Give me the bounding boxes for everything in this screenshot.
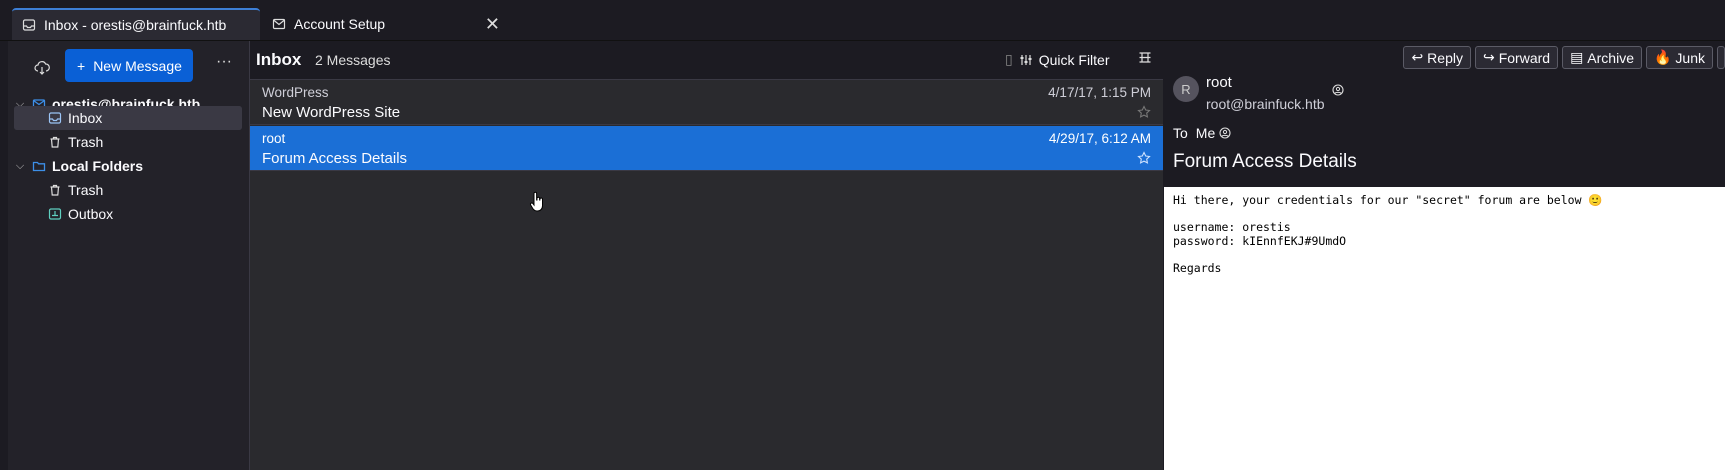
message-body-text: Hi there, your credentials for our "secr… (1164, 187, 1725, 283)
message-sender: root (262, 131, 286, 146)
reply-icon: ↩ (1411, 49, 1424, 65)
recipient-row: To Me (1173, 125, 1231, 141)
quick-filter-button[interactable]: ▯ Quick Filter (1005, 51, 1110, 68)
message-toolbar: ↩ Reply ↪ Forward ▤ Archive 🔥 Junk (1403, 46, 1725, 69)
folder-outbox[interactable]: Outbox (14, 202, 242, 226)
new-message-button[interactable]: + New Message (65, 49, 193, 82)
message-subject-heading: Forum Access Details (1173, 151, 1357, 172)
tab-label: Account Setup (294, 16, 386, 32)
inbox-icon (48, 112, 62, 124)
junk-button[interactable]: 🔥 Junk (1645, 46, 1713, 69)
local-folders-label: Local Folders (52, 158, 144, 174)
list-display-options-icon[interactable] (1138, 51, 1152, 65)
body-line (1173, 208, 1716, 222)
outbox-icon (48, 208, 62, 220)
star-icon[interactable] (1137, 151, 1151, 165)
inbox-icon (22, 19, 36, 31)
trash-icon (50, 136, 60, 148)
filter-sliders-icon (1020, 54, 1032, 65)
message-subject: Forum Access Details (262, 150, 408, 167)
tab-label: Inbox - orestis@brainfuck.htb (44, 17, 227, 33)
body-line: username: orestis (1173, 220, 1291, 235)
recipient-name[interactable]: Me (1196, 125, 1215, 141)
folder-label: Trash (68, 134, 104, 150)
body-line: Hi there, your credentials for our "secr… (1173, 193, 1603, 207)
cloud-download-icon (34, 61, 50, 75)
chevron-down-icon[interactable]: ⌵ (14, 160, 26, 173)
body-line: password: kIEnnfEKJ#9UmdO (1173, 233, 1347, 248)
message-list-pane: Inbox 2 Messages ▯ Quick Filter WordPres… (250, 41, 1163, 470)
message-list-header: Inbox 2 Messages ▯ Quick Filter (250, 41, 1163, 80)
contact-icon[interactable] (1219, 127, 1231, 139)
hand-cursor-icon (530, 191, 543, 212)
message-reader-pane: ↩ Reply ↪ Forward ▤ Archive 🔥 Junk R roo… (1164, 41, 1725, 470)
add-contact-icon[interactable] (1332, 84, 1344, 96)
archive-button[interactable]: ▤ Archive (1562, 46, 1642, 69)
tab-inbox[interactable]: Inbox - orestis@brainfuck.htb (12, 8, 260, 40)
tab-account-setup[interactable]: Account Setup ✕ (262, 8, 510, 40)
to-label: To (1173, 125, 1188, 141)
reply-label: Reply (1427, 49, 1463, 66)
folder-label: Inbox (68, 110, 103, 126)
avatar: R (1173, 76, 1199, 102)
folder-local-trash[interactable]: Trash (14, 178, 242, 202)
get-messages-button[interactable] (26, 54, 58, 82)
close-icon[interactable]: ✕ (485, 14, 500, 35)
sender-email[interactable]: root@brainfuck.htb (1206, 96, 1325, 112)
folder-trash[interactable]: Trash (14, 130, 242, 154)
message-subject: New WordPress Site (262, 104, 401, 121)
message-row[interactable]: root Forum Access Details 4/29/17, 6:12 … (250, 126, 1163, 171)
body-line (1173, 248, 1716, 262)
forward-button[interactable]: ↪ Forward (1474, 46, 1559, 69)
forward-icon: ↪ (1482, 49, 1495, 65)
sender-name[interactable]: root (1206, 74, 1232, 91)
account-setup-icon (272, 18, 286, 30)
folder-label: Trash (68, 182, 104, 198)
message-date: 4/29/17, 6:12 AM (1048, 131, 1151, 146)
folder-icon (32, 161, 46, 172)
plus-icon: + (77, 57, 86, 74)
archive-icon: ▤ (1570, 49, 1584, 65)
forward-label: Forward (1498, 49, 1551, 66)
junk-label: Junk (1675, 49, 1705, 66)
new-message-label: New Message (93, 57, 182, 74)
folder-inbox[interactable]: Inbox (14, 106, 242, 130)
message-sender: WordPress (262, 85, 329, 100)
message-count: 2 Messages (315, 52, 391, 68)
folder-label: Outbox (68, 206, 114, 222)
message-row[interactable]: WordPress New WordPress Site 4/17/17, 1:… (250, 80, 1163, 125)
trash-icon (50, 184, 60, 196)
quick-filter-label: Quick Filter (1038, 51, 1110, 68)
divider: ▯ (1005, 51, 1013, 67)
body-line: Regards (1173, 260, 1222, 275)
local-folders-row[interactable]: ⌵ Local Folders (14, 154, 242, 178)
more-toolbar-button[interactable] (1717, 46, 1725, 69)
more-options-button[interactable]: ··· (216, 53, 232, 71)
message-date: 4/17/17, 1:15 PM (1048, 85, 1151, 100)
message-body: Hi there, your credentials for our "secr… (1164, 187, 1725, 470)
star-icon[interactable] (1137, 105, 1151, 119)
tab-strip: Inbox - orestis@brainfuck.htb Account Se… (0, 0, 1725, 41)
archive-label: Archive (1587, 49, 1634, 66)
reply-button[interactable]: ↩ Reply (1403, 46, 1471, 69)
folder-title: Inbox (256, 50, 302, 69)
folder-pane: + New Message ··· ⌵ orestis@brainfuck.ht… (8, 41, 250, 470)
junk-icon: 🔥 (1653, 49, 1672, 65)
